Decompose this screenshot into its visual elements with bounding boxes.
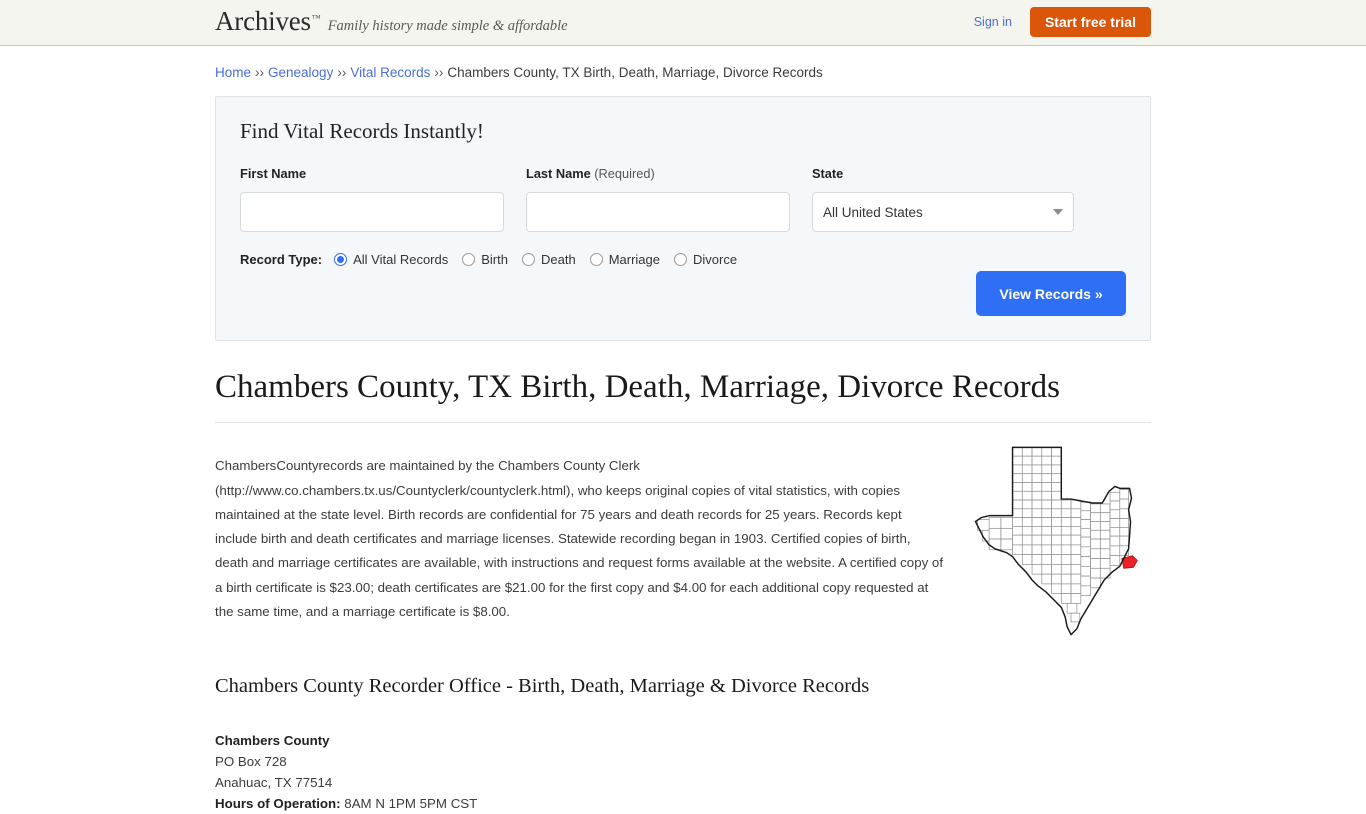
state-label: State	[812, 166, 1074, 181]
breadcrumb-item-vital-records[interactable]: Vital Records	[350, 65, 430, 80]
vital-records-search-panel: Find Vital Records Instantly! First Name…	[215, 96, 1151, 341]
address-line-2: Anahuac, TX 77514	[215, 775, 333, 790]
hours-value: 8AM N 1PM 5PM CST	[344, 796, 478, 811]
record-type-option-label: Death	[540, 252, 576, 267]
record-type-option-marriage[interactable]: Marriage	[589, 252, 660, 267]
breadcrumb-separator: ››	[255, 65, 265, 80]
content-row: ChambersCountyrecords are maintained by …	[215, 441, 1151, 639]
first-name-label: First Name	[240, 166, 504, 181]
brand-tagline: Family history made simple & affordable	[327, 18, 568, 34]
address-county-name: Chambers County	[215, 733, 330, 748]
start-free-trial-button[interactable]: Start free trial	[1029, 7, 1151, 37]
record-type-label: Record Type:	[240, 252, 323, 267]
record-type-option-death[interactable]: Death	[521, 252, 576, 267]
first-name-field-group: First Name	[240, 166, 504, 232]
last-name-input[interactable]	[526, 192, 790, 232]
first-name-input[interactable]	[240, 192, 504, 232]
radio-icon[interactable]	[334, 253, 348, 266]
breadcrumb-item-home[interactable]: Home	[215, 65, 251, 80]
radio-icon[interactable]	[462, 253, 476, 266]
breadcrumb: Home ›› Genealogy ›› Vital Records ›› Chambers…	[215, 46, 1151, 80]
hours-of-operation: Hours of Operation: 8AM N 1PM 5PM CST	[215, 793, 1151, 814]
trademark-icon: ™	[311, 13, 321, 23]
breadcrumb-separator: ››	[434, 65, 444, 80]
radio-icon[interactable]	[673, 253, 687, 266]
hours-label: Hours of Operation:	[215, 796, 341, 811]
page-title: Chambers County, TX Birth, Death, Marria…	[215, 369, 1151, 423]
record-type-option-label: Marriage	[608, 252, 660, 267]
record-type-option-all-vital-records[interactable]: All Vital Records	[334, 252, 448, 267]
record-type-option-divorce[interactable]: Divorce	[673, 252, 738, 267]
recorder-office-address: Chambers County PO Box 728 Anahuac, TX 7…	[215, 730, 1151, 814]
radio-icon[interactable]	[521, 253, 535, 266]
first-name-label-text: First Name	[240, 166, 307, 181]
county-description-paragraph: ChambersCountyrecords are maintained by …	[215, 458, 944, 620]
last-name-field-group: Last Name (Required)	[526, 166, 790, 232]
breadcrumb-separator: ››	[337, 65, 347, 80]
search-panel-title: Find Vital Records Instantly!	[240, 119, 484, 143]
record-type-row: Record Type: All Vital Records Birth Dea…	[240, 252, 1126, 267]
state-map-container	[956, 441, 1151, 639]
record-type-option-label: Divorce	[692, 252, 738, 267]
breadcrumb-item-current: Chambers County, TX Birth, Death, Marria…	[447, 65, 823, 80]
texas-county-map-icon	[974, 446, 1138, 636]
site-header: Archives ™ Family history made simple & a…	[0, 0, 1366, 46]
state-select-value: All United States	[823, 204, 923, 220]
brand-name: Archives	[215, 6, 311, 36]
recorder-office-heading: Chambers County Recorder Office - Birth,…	[215, 675, 870, 697]
record-type-option-birth[interactable]: Birth	[462, 252, 508, 267]
last-name-label: Last Name (Required)	[526, 166, 790, 181]
record-type-option-label: All Vital Records	[353, 252, 449, 267]
search-fields-row: First Name Last Name (Required) State Al…	[240, 166, 1126, 232]
view-records-button[interactable]: View Records »	[976, 271, 1126, 316]
breadcrumb-item-genealogy[interactable]: Genealogy	[268, 65, 333, 80]
radio-icon[interactable]	[589, 253, 603, 266]
state-select[interactable]: All United States	[812, 192, 1074, 232]
last-name-label-text: Last Name	[526, 166, 591, 181]
header-actions: Sign in Start free trial	[974, 7, 1151, 37]
state-field-group: State All United States	[812, 166, 1074, 232]
address-line-1: PO Box 728	[215, 754, 287, 769]
site-logo[interactable]: Archives ™ Family history made simple & a…	[215, 6, 568, 37]
sign-in-link[interactable]: Sign in	[974, 15, 1012, 29]
last-name-required-note: (Required)	[594, 166, 655, 181]
state-label-text: State	[812, 166, 844, 181]
record-type-option-label: Birth	[481, 252, 508, 267]
state-select-wrapper: All United States	[812, 192, 1074, 232]
